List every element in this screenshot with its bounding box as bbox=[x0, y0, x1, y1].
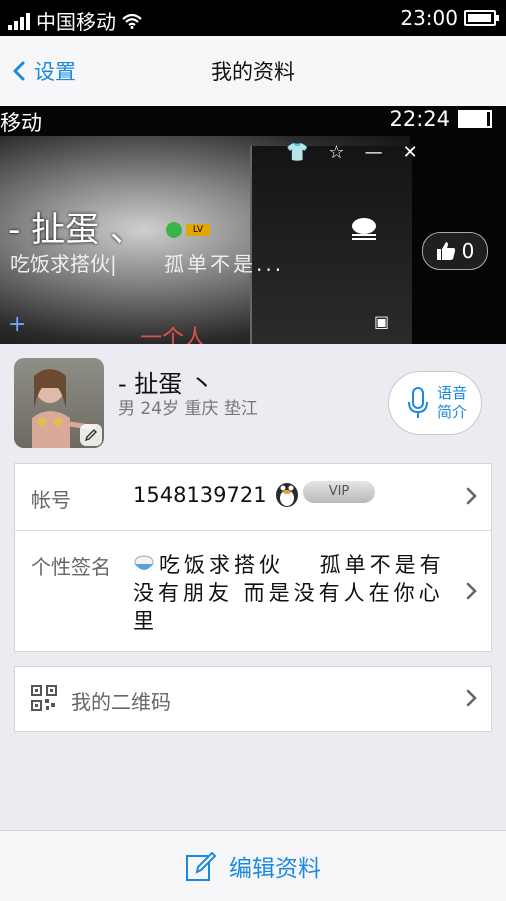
signature-row[interactable]: 个性签名 吃饭求搭伙 孤单不是有没有朋友 而是没有人在你心里 bbox=[15, 531, 491, 652]
keyboard-icon: ▣ bbox=[374, 312, 390, 331]
account-label: 帐号 bbox=[31, 488, 71, 512]
cover-carrier: 移动 bbox=[0, 111, 42, 135]
check-icon bbox=[166, 222, 182, 238]
profile-info: 男 24岁 重庆 垫江 bbox=[118, 399, 258, 419]
signal-icon bbox=[8, 12, 30, 30]
qrcode-icon bbox=[31, 685, 57, 711]
signature-label: 个性签名 bbox=[31, 555, 111, 579]
chevron-right-icon bbox=[466, 582, 477, 600]
chevron-right-icon bbox=[466, 689, 477, 707]
vip-badge: VIP bbox=[273, 476, 375, 508]
voice-intro-line2: 简介 bbox=[437, 403, 468, 421]
qrcode-row[interactable]: 我的二维码 bbox=[15, 667, 491, 731]
battery-icon bbox=[464, 10, 499, 26]
like-button[interactable]: 0 bbox=[422, 232, 488, 270]
page-title: 我的资料 bbox=[211, 60, 295, 84]
cover-bottom-text: 一个人 bbox=[140, 326, 207, 344]
cover-battery-icon bbox=[458, 110, 492, 128]
thumbs-up-icon bbox=[436, 242, 455, 260]
voice-intro-button[interactable]: 语音 简介 bbox=[388, 371, 482, 435]
cover-clock: 22:24 bbox=[389, 107, 450, 131]
like-count: 0 bbox=[461, 239, 475, 263]
cover-toolbar: 👕 ☆ — ✕ bbox=[286, 142, 418, 163]
minimize-icon: — bbox=[364, 142, 383, 163]
plus-icon: + bbox=[8, 312, 27, 337]
pencil-icon[interactable] bbox=[80, 424, 102, 446]
close-icon: ✕ bbox=[402, 142, 418, 163]
voice-intro-label: 语音 简介 bbox=[437, 384, 467, 422]
info-card: 帐号 1548139721 VIP 个性签名 吃饭求搭伙 孤单不是有没有朋友 而… bbox=[14, 463, 492, 652]
edit-profile-label: 编辑资料 bbox=[229, 856, 321, 882]
edit-icon bbox=[186, 851, 217, 881]
cover-status-bar: 移动 22:24 bbox=[0, 106, 506, 136]
carrier-name: 中国移动 bbox=[36, 10, 116, 34]
cloud-icon bbox=[352, 218, 376, 240]
edit-profile-button[interactable]: 编辑资料 bbox=[0, 849, 506, 883]
avatar[interactable] bbox=[14, 358, 104, 448]
cover-level-badge: LV bbox=[166, 222, 210, 238]
account-number: 1548139721 bbox=[133, 483, 267, 507]
cover-name-text: - 扯蛋 、 bbox=[8, 210, 144, 250]
wifi-icon bbox=[122, 13, 142, 29]
edit-profile-bar[interactable]: 编辑资料 bbox=[0, 830, 506, 901]
signature-text-wrap: 吃饭求搭伙 孤单不是有没有朋友 而是没有人在你心里 bbox=[133, 551, 463, 635]
status-bar: 中国移动 23:00 bbox=[0, 0, 506, 36]
clock: 23:00 bbox=[400, 6, 458, 30]
cover-photo[interactable]: 移动 22:24 👕 ☆ — ✕ - 扯蛋 、 LV 吃饭求搭伙| 孤单不是..… bbox=[0, 106, 506, 344]
cover-signature-right: 孤单不是... bbox=[164, 252, 285, 276]
profile-header: - 扯蛋 丶 男 24岁 重庆 垫江 语音 简介 bbox=[0, 344, 506, 464]
qrcode-label: 我的二维码 bbox=[71, 690, 171, 714]
cover-signature-left: 吃饭求搭伙| bbox=[10, 252, 117, 276]
signature-text: 吃饭求搭伙 孤单不是有没有朋友 而是没有人在你心里 bbox=[133, 553, 445, 633]
qrcode-card: 我的二维码 bbox=[14, 666, 492, 732]
qq-penguin-icon bbox=[276, 483, 298, 507]
vip-label: VIP bbox=[303, 481, 375, 503]
voice-intro-line1: 语音 bbox=[437, 384, 468, 402]
shirt-icon: 👕 bbox=[286, 142, 309, 163]
nav-bar: 设置 我的资料 bbox=[0, 36, 506, 107]
rice-bowl-icon bbox=[134, 555, 154, 570]
account-row[interactable]: 帐号 1548139721 VIP bbox=[15, 464, 491, 530]
level-icon: LV bbox=[186, 224, 210, 236]
microphone-icon bbox=[408, 387, 428, 418]
star-icon: ☆ bbox=[328, 142, 345, 163]
chevron-right-icon bbox=[466, 487, 477, 505]
